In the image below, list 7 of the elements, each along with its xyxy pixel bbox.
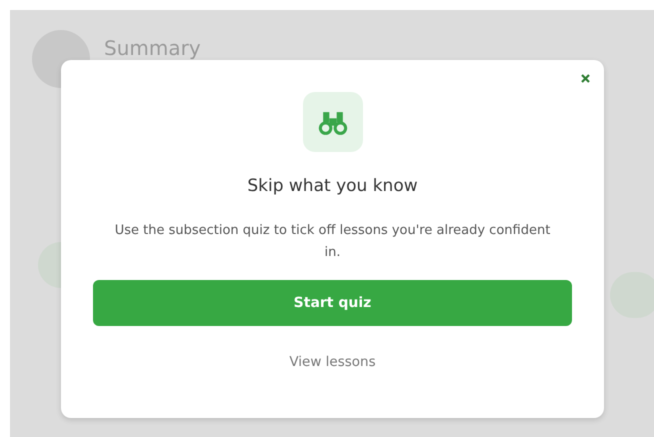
- close-icon[interactable]: [579, 72, 592, 85]
- binoculars-icon: [302, 92, 362, 152]
- start-quiz-button[interactable]: Start quiz: [93, 280, 572, 326]
- dialog-title: Skip what you know: [247, 176, 418, 196]
- dialog-description: Use the subsection quiz to tick off lessons you're already confident in.: [114, 222, 552, 262]
- page-title: Summary: [104, 36, 201, 60]
- view-lessons-link[interactable]: View lessons: [289, 354, 376, 370]
